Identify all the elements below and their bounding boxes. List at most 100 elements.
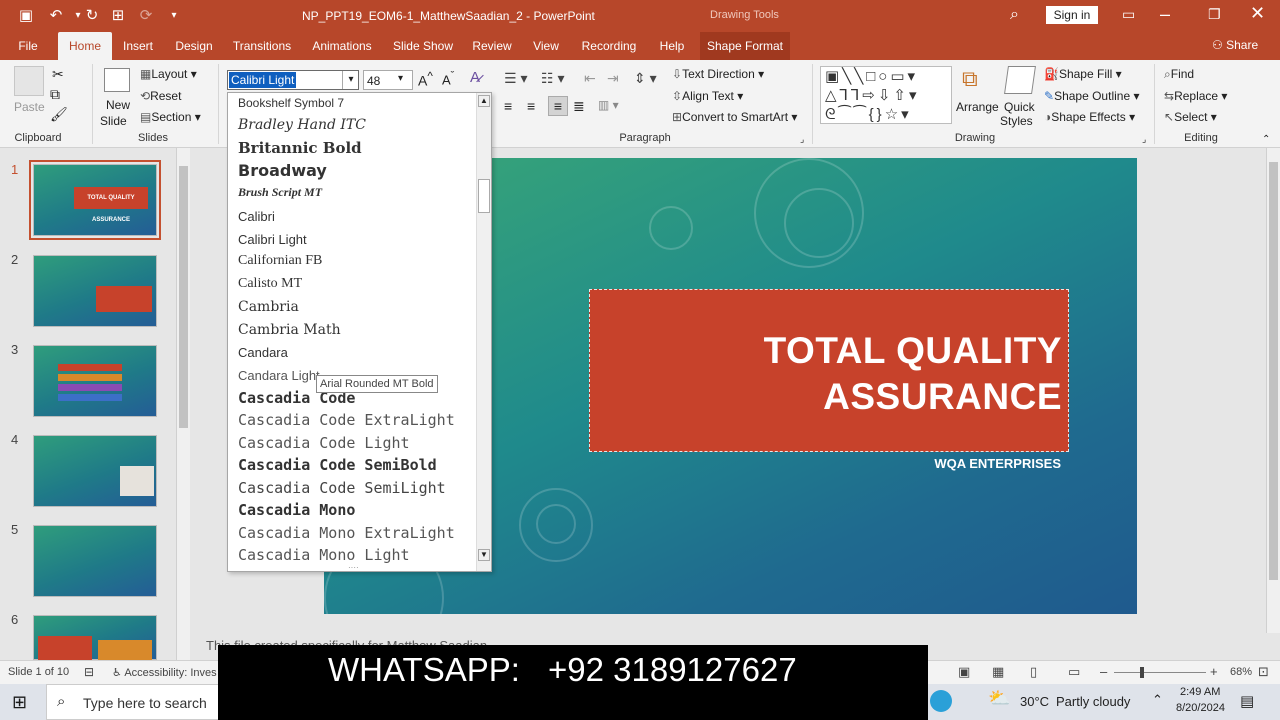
title-placeholder[interactable]: TOTAL QUALITY ASSURANCE: [589, 289, 1069, 452]
tab-design[interactable]: Design: [170, 32, 218, 60]
numbering-icon[interactable]: ☷ ▾: [541, 70, 564, 87]
columns-icon[interactable]: ▥ ▾: [598, 98, 619, 112]
clear-formatting-icon[interactable]: A̷: [470, 69, 480, 86]
quick-styles-icon[interactable]: [1004, 66, 1036, 94]
drawing-launcher-icon[interactable]: ⌟: [1142, 134, 1146, 145]
font-option[interactable]: Brush Script MT: [238, 185, 322, 200]
bullets-icon[interactable]: ☰ ▾: [504, 70, 527, 87]
slide-thumbnail-1[interactable]: TOTAL QUALITY ASSURANCE: [29, 160, 161, 240]
font-dropdown-list[interactable]: Bookshelf Symbol 7 Bradley Hand ITC Brit…: [227, 92, 492, 572]
search-icon[interactable]: ⌕: [1010, 6, 1019, 24]
resize-grip-icon[interactable]: ····: [348, 563, 359, 572]
tab-shape-format[interactable]: Shape Format: [700, 32, 790, 60]
zoom-slider[interactable]: [1114, 667, 1206, 678]
font-option[interactable]: Cascadia Code SemiBold: [238, 456, 437, 474]
font-option[interactable]: Californian FB: [238, 253, 322, 269]
taskbar-search[interactable]: ⌕ Type here to search: [46, 684, 221, 720]
font-option[interactable]: Cambria Math: [238, 322, 341, 338]
zoom-level[interactable]: 68%: [1230, 666, 1252, 678]
font-option[interactable]: Broadway: [238, 161, 327, 180]
shape-fill-button[interactable]: ⛽ Shape Fill ▾: [1044, 67, 1122, 81]
redo-icon[interactable]: ↻: [82, 6, 102, 26]
font-option[interactable]: Calibri Light: [238, 232, 307, 247]
customize-qat-icon[interactable]: ▾: [164, 6, 184, 26]
justify-icon[interactable]: ≣: [573, 98, 585, 115]
font-option[interactable]: Cascadia Code SemiLight: [238, 479, 446, 497]
paste-icon[interactable]: [14, 66, 44, 96]
font-name-box[interactable]: Calibri Light ▾: [227, 70, 359, 90]
tab-review[interactable]: Review: [470, 32, 514, 60]
shape-outline-button[interactable]: ✎ Shape Outline ▾: [1044, 89, 1139, 103]
zoom-out-icon[interactable]: –: [1100, 664, 1107, 679]
shapes-gallery[interactable]: ▣╲╲□○▭▾ △⅂⅂⇨⇩⇧▾ ᘓ⁀⁀{}☆▾: [820, 66, 952, 124]
normal-view-icon[interactable]: ▣: [958, 664, 970, 680]
zoom-in-icon[interactable]: +: [1210, 664, 1218, 679]
paste-button[interactable]: Paste: [14, 100, 45, 114]
cut-icon[interactable]: ✂: [52, 66, 64, 83]
sign-in-button[interactable]: Sign in: [1046, 6, 1098, 24]
slide-sorter-icon[interactable]: ▦: [992, 664, 1004, 680]
tab-recording[interactable]: Recording: [578, 32, 640, 60]
close-icon[interactable]: ✕: [1250, 3, 1265, 24]
weather-text[interactable]: Partly cloudy: [1056, 694, 1130, 709]
font-option[interactable]: Candara: [238, 345, 288, 360]
increase-indent-icon[interactable]: ⇥: [607, 70, 619, 87]
font-name-dropdown-icon[interactable]: ▾: [342, 71, 359, 89]
tab-view[interactable]: View: [528, 32, 564, 60]
zoom-slider-thumb[interactable]: [1140, 667, 1144, 678]
slide-thumbnail-6[interactable]: [33, 615, 157, 660]
chrome-icon[interactable]: [930, 690, 952, 712]
accessibility-status[interactable]: ♿ Accessibility: Inves: [112, 666, 217, 679]
text-direction-button[interactable]: ⇩ Text Direction ▾: [672, 67, 764, 81]
replace-button[interactable]: ⇆ Replace ▾: [1164, 89, 1227, 103]
font-option[interactable]: Cascadia Mono Light: [238, 546, 410, 564]
quick-styles-label-2[interactable]: Styles: [1000, 114, 1033, 128]
reading-view-icon[interactable]: ▯: [1030, 664, 1037, 680]
scroll-up-icon[interactable]: ▲: [478, 95, 490, 107]
share-button[interactable]: ⚇ Share: [1212, 38, 1258, 52]
decrease-font-icon[interactable]: Aˇ: [442, 70, 454, 87]
collapse-ribbon-icon[interactable]: ⌃: [1262, 134, 1270, 145]
notification-icon[interactable]: ▤: [1240, 692, 1254, 710]
slide-thumbnail-4[interactable]: [33, 435, 157, 507]
temperature[interactable]: 30°C: [1020, 694, 1049, 709]
font-size-box[interactable]: 48 ▾: [363, 70, 413, 90]
shape-effects-button[interactable]: ◑ Shape Effects ▾: [1044, 110, 1135, 124]
tray-chevron-icon[interactable]: ⌃: [1152, 692, 1163, 708]
save-icon[interactable]: ▣: [16, 6, 36, 26]
font-option[interactable]: Calibri: [238, 209, 275, 224]
font-option[interactable]: Calisto MT: [238, 276, 302, 292]
fit-to-window-icon[interactable]: ⊡: [1258, 664, 1269, 680]
font-option[interactable]: Cascadia Mono: [238, 501, 355, 519]
layout-button[interactable]: ▦ Layout ▾: [140, 67, 197, 81]
format-painter-icon[interactable]: 🖌: [50, 106, 68, 123]
font-option[interactable]: Cascadia Mono ExtraLight: [238, 524, 455, 542]
spellcheck-icon[interactable]: ⊟: [84, 665, 94, 679]
minimize-icon[interactable]: –: [1160, 4, 1170, 25]
smartart-button[interactable]: ⊞ Convert to SmartArt ▾: [672, 110, 797, 124]
line-spacing-icon[interactable]: ⇕ ▾: [634, 70, 657, 87]
quick-styles-label[interactable]: Quick: [1004, 100, 1035, 114]
align-center-icon[interactable]: ≡: [527, 98, 535, 114]
copy-icon[interactable]: ⧉: [50, 86, 60, 103]
tab-insert[interactable]: Insert: [118, 32, 158, 60]
font-option[interactable]: Cascadia Code ExtraLight: [238, 411, 455, 429]
select-button[interactable]: ↖ Select ▾: [1164, 110, 1217, 124]
align-text-button[interactable]: ⇳ Align Text ▾: [672, 89, 743, 103]
tab-help[interactable]: Help: [654, 32, 690, 60]
clock-date[interactable]: 8/20/2024: [1176, 702, 1225, 714]
arrange-icon[interactable]: ⧉: [962, 66, 978, 92]
align-left-icon[interactable]: ≡: [504, 98, 512, 114]
font-option[interactable]: Candara Light: [238, 368, 320, 383]
undo-icon[interactable]: ↶: [46, 6, 66, 26]
font-list-scrollbar[interactable]: ▲ ▼: [476, 93, 491, 571]
tab-file[interactable]: File: [10, 32, 46, 60]
font-option[interactable]: Cascadia Code Light: [238, 434, 410, 452]
tab-animations[interactable]: Animations: [308, 32, 376, 60]
tab-transitions[interactable]: Transitions: [228, 32, 296, 60]
slide-title[interactable]: TOTAL QUALITY ASSURANCE: [764, 328, 1062, 420]
clock-time[interactable]: 2:49 AM: [1180, 686, 1220, 698]
font-option[interactable]: Cambria: [238, 299, 299, 315]
new-slide-icon[interactable]: [104, 68, 130, 92]
align-right-icon[interactable]: ≡: [548, 96, 568, 116]
